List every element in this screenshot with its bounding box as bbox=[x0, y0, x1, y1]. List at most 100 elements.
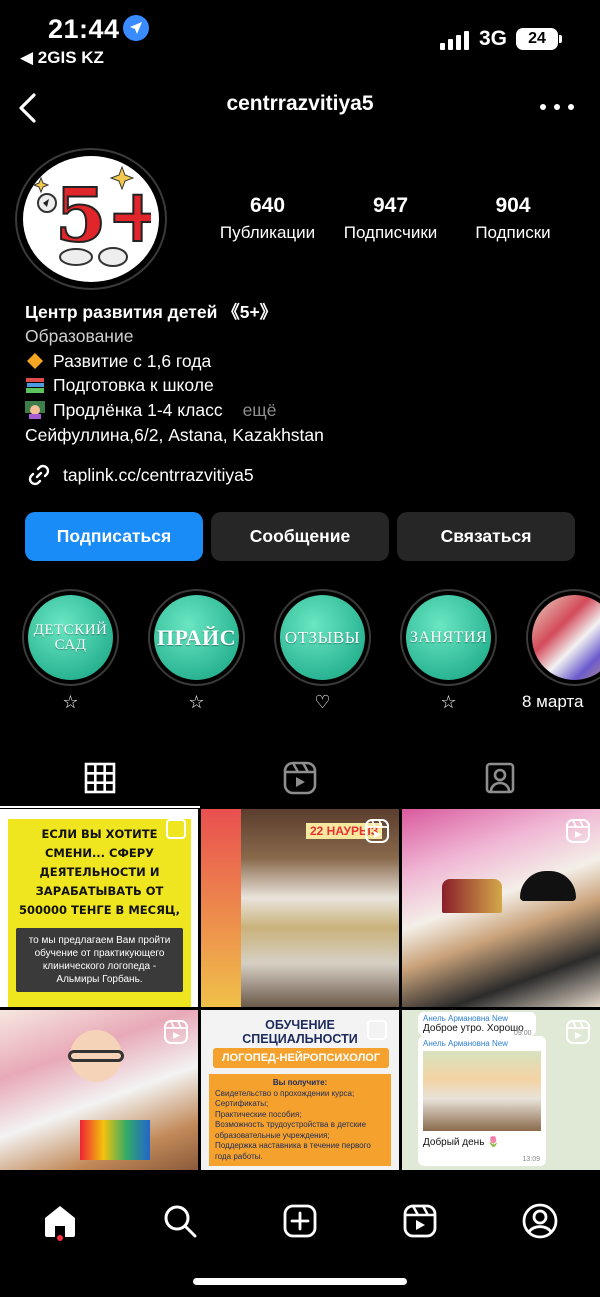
tab-posts-grid[interactable] bbox=[0, 748, 200, 808]
profile-category: Образование bbox=[25, 326, 134, 346]
post-intro: Вы получите: bbox=[272, 1078, 328, 1087]
post-headline: ЕСЛИ ВЫ ХОТИТЕ СМЕНИ... СФЕРУ ДЕЯТЕЛЬНОС… bbox=[19, 827, 180, 917]
home-indicator[interactable] bbox=[193, 1278, 407, 1285]
post-tile[interactable]: 22 НАУРЫЗ bbox=[201, 809, 399, 1007]
stat-posts[interactable]: 640 Публикации bbox=[210, 194, 325, 243]
post-headline: ОБУЧЕНИЕ СПЕЦИАЛЬНОСТИ bbox=[242, 1018, 358, 1046]
heart-icon: ♡ bbox=[314, 692, 331, 712]
profile-link[interactable]: taplink.cc/centrrazvitiya5 bbox=[25, 461, 254, 489]
highlight-cover-photo bbox=[532, 595, 600, 680]
bio-line: Подготовка к школе bbox=[25, 373, 214, 397]
post-tile[interactable]: Анель Армановна New Доброе утро. Хорошо … bbox=[402, 1010, 600, 1170]
avatar[interactable]: 5+ bbox=[15, 148, 167, 290]
network-type: 3G bbox=[479, 27, 508, 50]
signal-icon bbox=[440, 30, 469, 50]
link-icon bbox=[28, 464, 50, 486]
highlight-kindergarten[interactable]: ДЕТСКИЙ САД bbox=[22, 589, 119, 686]
highlight-title: ОТЗЫВЫ bbox=[280, 595, 365, 680]
tab-reels[interactable] bbox=[200, 748, 400, 808]
post-tile[interactable]: ЕСЛИ ВЫ ХОТИТЕ СМЕНИ... СФЕРУ ДЕЯТЕЛЬНОС… bbox=[0, 809, 198, 1007]
stat-label: Подписчики bbox=[343, 223, 438, 242]
profile-display-name: Центр развития детей 《5+》 bbox=[25, 302, 278, 322]
stat-label: Подписки bbox=[475, 223, 551, 242]
highlight-title: ДЕТСКИЙ САД bbox=[28, 595, 113, 680]
post-item: Возможность трудоустройства в детские об… bbox=[215, 1120, 367, 1140]
highlight-reviews[interactable]: ОТЗЫВЫ bbox=[274, 589, 371, 686]
nav-create[interactable] bbox=[270, 1191, 330, 1251]
post-item: Свидетельство о прохождении курса; bbox=[215, 1088, 355, 1098]
star-icon: ☆ bbox=[440, 692, 457, 712]
home-icon bbox=[45, 1206, 75, 1237]
highlight-lessons[interactable]: ЗАНЯТИЯ bbox=[400, 589, 497, 686]
stat-label: Публикации bbox=[219, 223, 316, 242]
stat-number: 904 bbox=[495, 194, 531, 217]
battery-icon: 24 bbox=[516, 28, 562, 50]
reel-icon bbox=[164, 1020, 188, 1049]
books-icon bbox=[25, 376, 45, 394]
multi-icon bbox=[367, 1020, 389, 1047]
teacher-icon bbox=[25, 401, 45, 419]
location-arrow-icon bbox=[123, 15, 149, 41]
logo-text: 5+ bbox=[55, 173, 151, 259]
post-item: Сертификаты; bbox=[215, 1099, 269, 1108]
nav-search[interactable] bbox=[150, 1191, 210, 1251]
post-tile[interactable] bbox=[0, 1010, 198, 1170]
bio-line: Развитие с 1,6 года bbox=[25, 349, 211, 373]
multi-icon bbox=[166, 819, 188, 846]
star-icon: ☆ bbox=[188, 692, 205, 712]
highlight-march8[interactable] bbox=[526, 589, 600, 686]
grid-icon bbox=[84, 762, 116, 794]
post-item: Поддержка наставника в течение первого г… bbox=[215, 1141, 371, 1161]
stat-following[interactable]: 904 Подписки bbox=[458, 194, 568, 243]
profile-tabs bbox=[0, 748, 600, 808]
bio-line-text: Развитие с 1,6 года bbox=[53, 351, 212, 371]
tagged-icon bbox=[485, 762, 515, 794]
reels-icon bbox=[283, 761, 317, 795]
reel-icon bbox=[365, 819, 389, 848]
back-to-app-link[interactable]: ◀ 2GIS KZ bbox=[20, 48, 104, 68]
post-item: Практические пособия; bbox=[215, 1109, 302, 1119]
battery-level: 24 bbox=[528, 30, 546, 47]
bio-line-text: Подготовка к школе bbox=[53, 375, 214, 395]
tab-tagged[interactable] bbox=[400, 748, 600, 808]
nav-home[interactable] bbox=[30, 1191, 90, 1251]
profile-username: centrrazvitiya5 bbox=[226, 92, 374, 115]
highlight-label: 8 марта bbox=[522, 692, 584, 711]
post-tile[interactable]: ОБУЧЕНИЕ СПЕЦИАЛЬНОСТИ ЛОГОПЕД-НЕЙРОПСИХ… bbox=[201, 1010, 399, 1170]
profile-icon bbox=[522, 1203, 558, 1239]
stat-number: 640 bbox=[249, 194, 286, 217]
post-tile[interactable] bbox=[402, 809, 600, 1007]
post-body: то мы предлагаем Вам пройти обучение от … bbox=[16, 928, 183, 992]
create-icon bbox=[283, 1204, 317, 1238]
logo-5plus-icon: 5+ bbox=[32, 165, 151, 267]
nav-reels[interactable] bbox=[390, 1191, 450, 1251]
stat-followers[interactable]: 947 Подписчики bbox=[333, 194, 448, 243]
more-options-button[interactable] bbox=[540, 95, 574, 119]
follow-button[interactable]: Подписаться bbox=[25, 512, 203, 561]
bio-line: Продлёнка 1-4 класс ещё bbox=[25, 398, 276, 422]
chat-sender: Анель Армановна New bbox=[423, 1039, 508, 1048]
profile-link-text: taplink.cc/centrrazvitiya5 bbox=[63, 464, 254, 485]
bio-more-link[interactable]: ещё bbox=[243, 400, 277, 420]
highlight-title: ЗАНЯТИЯ bbox=[406, 595, 491, 680]
star-icon: ☆ bbox=[62, 692, 79, 712]
orange-diamond-icon bbox=[25, 352, 45, 370]
stat-number: 947 bbox=[372, 194, 409, 217]
search-icon bbox=[164, 1205, 197, 1238]
chat-message: Добрый день 🌷 bbox=[423, 1137, 500, 1148]
post-subtitle: ЛОГОПЕД-НЕЙРОПСИХОЛОГ bbox=[213, 1048, 389, 1068]
profile-address[interactable]: Сейфуллина,6/2, Astana, Kazakhstan bbox=[25, 423, 324, 447]
contact-button[interactable]: Связаться bbox=[397, 512, 575, 561]
reel-icon bbox=[566, 1020, 590, 1049]
reel-icon bbox=[566, 819, 590, 848]
active-tab-indicator bbox=[0, 806, 200, 808]
chat-sender: Анель Армановна New bbox=[423, 1014, 508, 1023]
highlight-title: ПРАЙС bbox=[154, 595, 239, 680]
message-button[interactable]: Сообщение bbox=[211, 512, 389, 561]
highlight-price[interactable]: ПРАЙС bbox=[148, 589, 245, 686]
chat-time: 13:09 bbox=[522, 1156, 540, 1163]
nav-profile[interactable] bbox=[510, 1191, 570, 1251]
bio-line-text: Продлёнка 1-4 класс bbox=[53, 400, 223, 420]
status-time: 21:44 bbox=[48, 14, 120, 44]
notification-dot bbox=[57, 1235, 63, 1241]
